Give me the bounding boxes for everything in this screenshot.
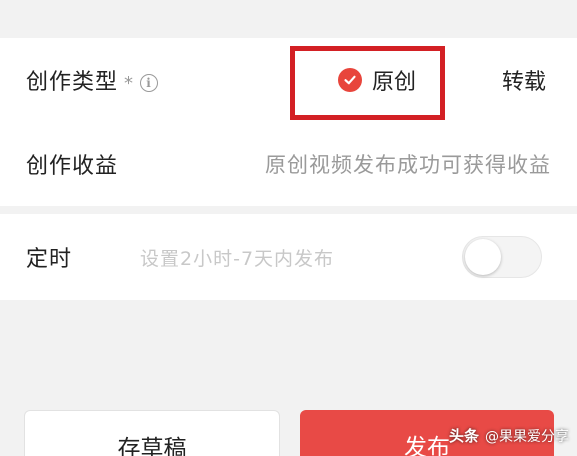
check-circle-icon <box>338 68 362 92</box>
watermark-handle: @果果爱分享 <box>485 428 569 445</box>
creation-earnings-row: 创作收益 原创视频发布成功可获得收益 <box>0 122 577 206</box>
timer-placeholder[interactable]: 设置2小时-7天内发布 <box>140 244 334 271</box>
watermark: 头条 @果果爱分享 <box>449 425 569 446</box>
creation-settings-card: 创作类型 * i 原创 转载 创作收益 原创视频发布成功可获得收益 <box>0 38 577 206</box>
creation-earnings-value: 原创视频发布成功可获得收益 <box>265 153 551 177</box>
required-mark: * <box>124 73 135 94</box>
publish-settings-page: 创作类型 * i 原创 转载 创作收益 原创视频发布成功可获得收益 定时 设置2小时… <box>0 0 577 456</box>
toggle-knob <box>465 239 501 275</box>
option-original-label: 原创 <box>372 70 417 95</box>
option-original[interactable]: 原创 <box>338 38 416 122</box>
creation-earnings-label: 创作收益 <box>26 154 119 179</box>
watermark-app: 头条 <box>448 427 479 445</box>
option-repost[interactable]: 转载 <box>502 38 546 122</box>
timer-card: 定时 设置2小时-7天内发布 <box>0 214 577 300</box>
creation-type-row: 创作类型 * i 原创 转载 <box>0 38 577 122</box>
save-draft-button[interactable]: 存草稿 <box>24 410 280 456</box>
creation-type-label-group: 创作类型 * i <box>26 64 159 96</box>
timer-toggle[interactable] <box>462 236 542 278</box>
option-repost-label: 转载 <box>502 70 547 95</box>
info-icon[interactable]: i <box>140 74 159 92</box>
creation-type-label: 创作类型 <box>26 70 119 95</box>
timer-label: 定时 <box>26 247 73 272</box>
timer-row: 定时 设置2小时-7天内发布 <box>0 214 577 300</box>
